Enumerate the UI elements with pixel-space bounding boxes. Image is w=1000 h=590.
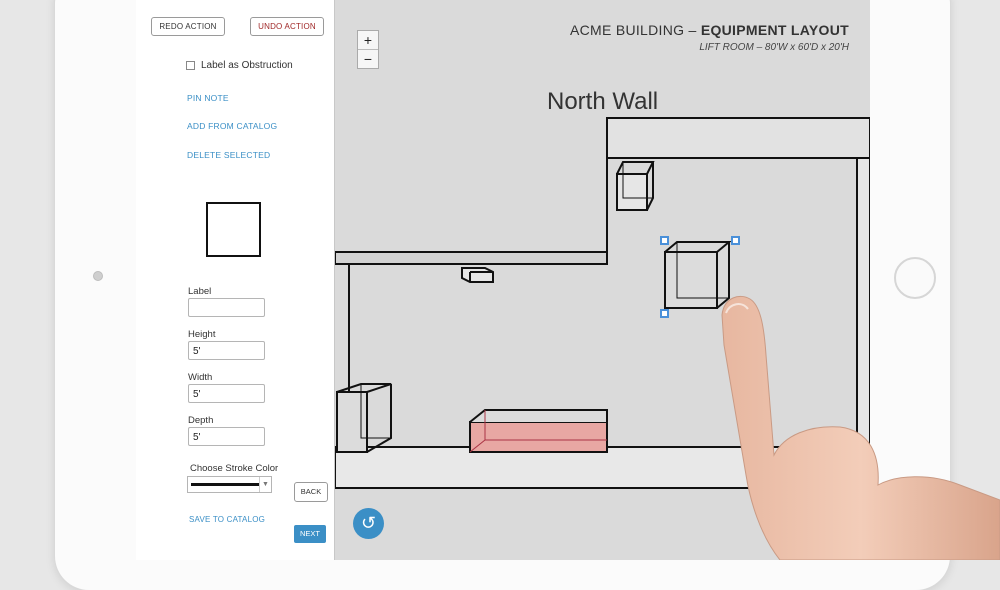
page-title: ACME BUILDING – EQUIPMENT LAYOUT: [569, 22, 849, 38]
width-input[interactable]: 5': [188, 384, 265, 403]
zoom-out-button[interactable]: −: [358, 49, 378, 68]
next-button[interactable]: NEXT: [294, 525, 326, 543]
undo-button[interactable]: UNDO ACTION: [250, 17, 324, 36]
selection-handle-bottom-left[interactable]: [660, 309, 669, 318]
camera-icon: [93, 271, 103, 281]
depth-input[interactable]: 5': [188, 427, 265, 446]
label-input[interactable]: [188, 298, 265, 317]
selection-handle-top-right[interactable]: [731, 236, 740, 245]
stroke-sample: [191, 483, 259, 486]
back-button[interactable]: BACK: [294, 482, 328, 502]
cube-west: [336, 383, 392, 453]
depth-field-label: Depth: [188, 415, 214, 426]
selection-handle-top-left[interactable]: [660, 236, 669, 245]
stroke-color-label: Choose Stroke Color: [190, 463, 279, 474]
highlighted-equipment: [469, 409, 608, 453]
stroke-color-select[interactable]: ▼: [187, 476, 272, 493]
pin-note-link[interactable]: PIN NOTE: [187, 93, 229, 103]
page-subtitle: LIFT ROOM – 80'W x 60'D x 20'H: [699, 42, 849, 53]
cube-north: [616, 161, 655, 211]
width-field-label: Width: [188, 372, 213, 383]
side-panel: REDO ACTION UNDO ACTION Label as Obstruc…: [136, 0, 335, 560]
wall-ledge: [335, 251, 608, 265]
chevron-down-icon: ▼: [259, 477, 271, 492]
small-equipment: [461, 267, 494, 283]
obstruction-checkbox[interactable]: [186, 61, 195, 70]
zoom-control: + −: [357, 30, 379, 69]
zoom-in-button[interactable]: +: [358, 31, 378, 49]
north-wall-top: [606, 117, 870, 159]
undo-fab-icon[interactable]: ↺: [353, 508, 384, 539]
obstruction-row[interactable]: Label as Obstruction: [186, 60, 293, 71]
height-field-label: Height: [188, 329, 216, 340]
title-block: ACME BUILDING – EQUIPMENT LAYOUT LIFT RO…: [570, 22, 849, 53]
save-to-catalog-link[interactable]: SAVE TO CATALOG: [189, 515, 265, 524]
delete-selected-link[interactable]: DELETE SELECTED: [187, 150, 270, 160]
wall-label: North Wall: [547, 88, 659, 115]
pointing-finger: [721, 295, 1000, 560]
label-field-label: Label: [188, 286, 212, 297]
obstruction-label: Label as Obstruction: [201, 60, 293, 71]
add-from-catalog-link[interactable]: ADD FROM CATALOG: [187, 121, 277, 131]
redo-button[interactable]: REDO ACTION: [151, 17, 225, 36]
shape-preview: [206, 202, 261, 257]
height-input[interactable]: 5': [188, 341, 265, 360]
